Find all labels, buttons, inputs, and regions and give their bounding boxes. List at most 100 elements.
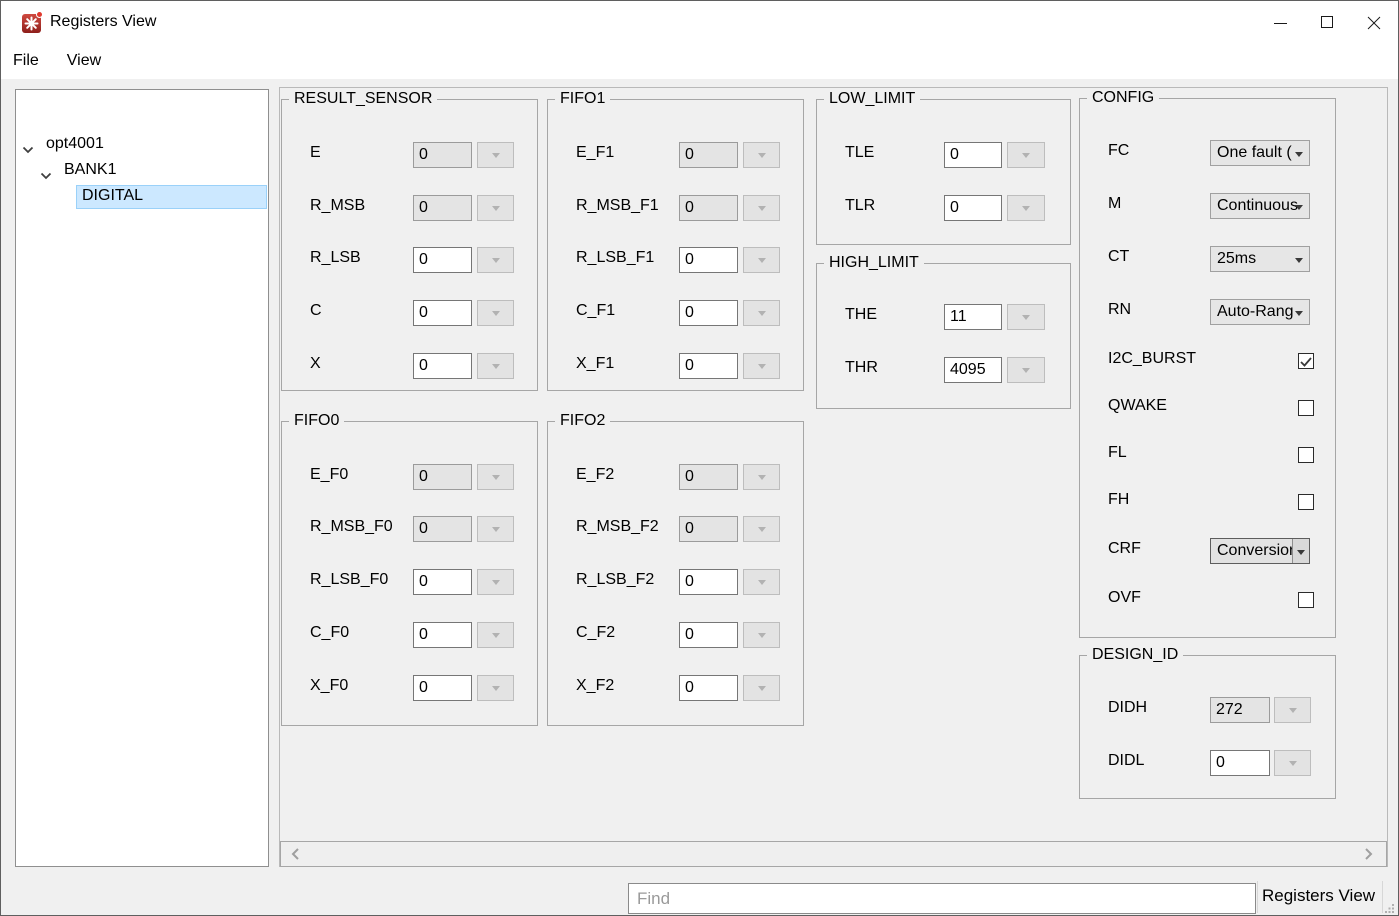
dropdown-button-x xyxy=(477,353,514,379)
field-label-qwake: QWAKE xyxy=(1108,397,1167,415)
icon-badge xyxy=(36,11,43,18)
dropdown-arrow-icon xyxy=(758,686,766,691)
combo-crf[interactable]: Conversior xyxy=(1210,538,1310,564)
checkbox-i2c_burst[interactable] xyxy=(1298,353,1314,369)
group-config: CONFIGFCOne fault (MContinuousCT25msRNAu… xyxy=(1079,98,1336,638)
field-label-i2c_burst: I2C_BURST xyxy=(1108,350,1196,368)
minimize-icon xyxy=(1274,23,1287,24)
input-didh: 272 xyxy=(1210,697,1270,723)
dropdown-button-c xyxy=(477,300,514,326)
field-label-ct: CT xyxy=(1108,248,1129,266)
field-label-r_lsb: R_LSB xyxy=(310,249,361,267)
input-e_f0: 0 xyxy=(413,464,472,490)
input-r_msb_f1: 0 xyxy=(679,195,738,221)
input-r_lsb_f1[interactable]: 0 xyxy=(679,247,738,273)
dropdown-arrow-icon xyxy=(492,311,500,316)
horizontal-scrollbar[interactable] xyxy=(280,841,1387,867)
combo-value: Auto-Rang xyxy=(1217,303,1294,320)
dropdown-arrow-icon xyxy=(758,527,766,532)
dropdown-button-r_lsb_f0 xyxy=(477,569,514,595)
input-e_f1: 0 xyxy=(679,142,738,168)
combo-ct[interactable]: 25ms xyxy=(1210,246,1310,272)
window-controls xyxy=(1257,1,1398,45)
input-c[interactable]: 0 xyxy=(413,300,472,326)
input-c_f0[interactable]: 0 xyxy=(413,622,472,648)
field-label-ovf: OVF xyxy=(1108,589,1141,607)
checkbox-fl[interactable] xyxy=(1298,447,1314,463)
field-label-e_f0: E_F0 xyxy=(310,466,348,484)
group-fifo0: FIFO0E_F00R_MSB_F00R_LSB_F00C_F00X_F00 xyxy=(281,421,538,726)
input-c_f2[interactable]: 0 xyxy=(679,622,738,648)
dropdown-arrow-icon xyxy=(758,364,766,369)
dropdown-button-didl xyxy=(1274,750,1311,776)
close-button[interactable] xyxy=(1351,1,1398,45)
input-r_lsb[interactable]: 0 xyxy=(413,247,472,273)
tree-item-bank1[interactable]: BANK1 xyxy=(16,159,267,183)
menu-item-view[interactable]: View xyxy=(65,48,113,76)
dropdown-arrow-icon xyxy=(758,633,766,638)
group-title-low_limit: LOW_LIMIT xyxy=(824,90,920,108)
input-tle[interactable]: 0 xyxy=(944,142,1002,168)
input-r_lsb_f2[interactable]: 0 xyxy=(679,569,738,595)
field-label-didh: DIDH xyxy=(1108,699,1147,717)
input-c_f1[interactable]: 0 xyxy=(679,300,738,326)
field-label-e: E xyxy=(310,144,321,162)
dropdown-button-tle xyxy=(1007,142,1045,168)
combo-m[interactable]: Continuous xyxy=(1210,193,1310,219)
dropdown-button-r_lsb_f1 xyxy=(743,247,780,273)
group-result_sensor: RESULT_SENSORE0R_MSB0R_LSB0C0X0 xyxy=(281,99,538,391)
tree-item-label: DIGITAL xyxy=(82,187,143,205)
dropdown-button-tlr xyxy=(1007,195,1045,221)
menu-item-file[interactable]: File xyxy=(11,48,51,76)
find-input[interactable] xyxy=(628,883,1256,914)
combo-rn[interactable]: Auto-Rang xyxy=(1210,299,1310,325)
dropdown-arrow-icon xyxy=(1295,311,1303,316)
input-thr[interactable]: 4095 xyxy=(944,357,1002,383)
combo-fc[interactable]: One fault ( xyxy=(1210,140,1310,166)
input-x_f1[interactable]: 0 xyxy=(679,353,738,379)
dropdown-arrow-icon xyxy=(1022,206,1030,211)
expand-chevron-icon[interactable] xyxy=(22,141,34,159)
group-high_limit: HIGH_LIMITTHE11THR4095 xyxy=(816,263,1071,409)
input-r_msb_f2: 0 xyxy=(679,516,738,542)
input-tlr[interactable]: 0 xyxy=(944,195,1002,221)
minimize-button[interactable] xyxy=(1257,1,1304,45)
window-title: Registers View xyxy=(50,13,156,31)
dropdown-arrow-icon xyxy=(1289,708,1297,713)
field-label-didl: DIDL xyxy=(1108,752,1144,770)
dropdown-button-r_lsb_f2 xyxy=(743,569,780,595)
checkbox-ovf[interactable] xyxy=(1298,592,1314,608)
checkbox-fh[interactable] xyxy=(1298,494,1314,510)
input-x[interactable]: 0 xyxy=(413,353,472,379)
input-didl[interactable]: 0 xyxy=(1210,750,1270,776)
dropdown-arrow-icon xyxy=(492,633,500,638)
input-x_f0[interactable]: 0 xyxy=(413,675,472,701)
dropdown-button-e_f0 xyxy=(477,464,514,490)
field-label-r_msb_f1: R_MSB_F1 xyxy=(576,197,659,215)
statusbar-separator xyxy=(1382,881,1383,913)
size-grip[interactable] xyxy=(1385,904,1395,914)
tree-item-digital[interactable]: DIGITAL xyxy=(16,185,267,209)
maximize-button[interactable] xyxy=(1304,1,1351,45)
dropdown-arrow-icon xyxy=(758,153,766,158)
dropdown-button-r_msb_f2 xyxy=(743,516,780,542)
dropdown-arrow-icon xyxy=(758,258,766,263)
tree-item-opt4001[interactable]: opt4001 xyxy=(16,133,267,157)
input-r_msb_f0: 0 xyxy=(413,516,472,542)
checkbox-qwake[interactable] xyxy=(1298,400,1314,416)
statusbar: Registers View xyxy=(1,879,1398,916)
dropdown-arrow-icon xyxy=(1295,205,1303,210)
checkmark-icon xyxy=(1299,355,1313,369)
starburst-icon xyxy=(24,16,39,31)
expand-chevron-icon[interactable] xyxy=(40,167,52,185)
input-the[interactable]: 11 xyxy=(944,304,1002,330)
input-x_f2[interactable]: 0 xyxy=(679,675,738,701)
field-label-x_f1: X_F1 xyxy=(576,355,614,373)
dropdown-button-x_f1 xyxy=(743,353,780,379)
dropdown-arrow-icon xyxy=(1295,258,1303,263)
input-r_lsb_f0[interactable]: 0 xyxy=(413,569,472,595)
scroll-left-button[interactable] xyxy=(283,842,309,866)
dropdown-button-e_f1 xyxy=(743,142,780,168)
dropdown-arrow-icon xyxy=(758,206,766,211)
scroll-right-button[interactable] xyxy=(1358,842,1384,866)
